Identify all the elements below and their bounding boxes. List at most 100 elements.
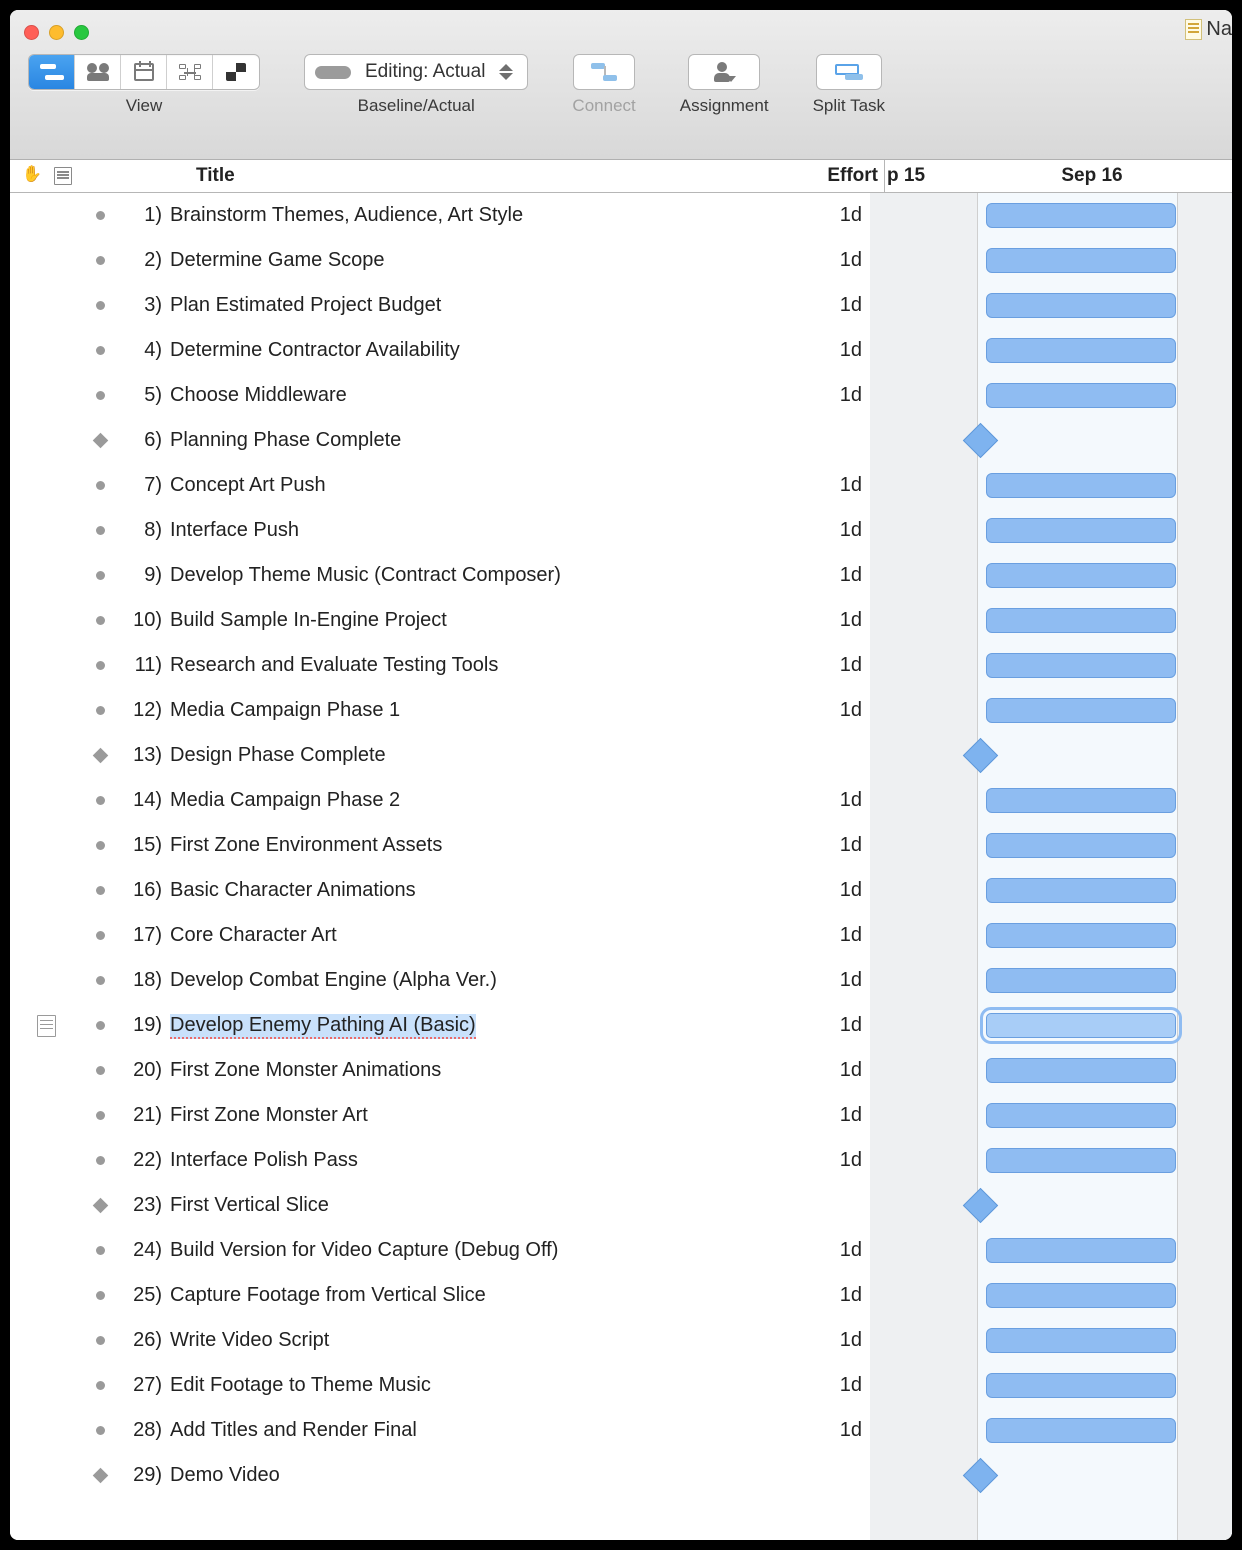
task-title[interactable]: First Zone Monster Art bbox=[170, 1104, 784, 1127]
task-title[interactable]: Brainstorm Themes, Audience, Art Style bbox=[170, 204, 784, 227]
view-gantt[interactable] bbox=[29, 55, 75, 89]
gantt-bar[interactable] bbox=[986, 608, 1176, 633]
task-effort[interactable]: 1d bbox=[784, 339, 870, 362]
gantt-milestone[interactable] bbox=[963, 1188, 998, 1223]
gantt-bar[interactable] bbox=[986, 293, 1176, 318]
connect-button[interactable] bbox=[573, 54, 635, 90]
gantt-bar[interactable] bbox=[986, 833, 1176, 858]
view-styles[interactable] bbox=[213, 55, 259, 89]
task-effort[interactable]: 1d bbox=[784, 294, 870, 317]
gantt-bar[interactable] bbox=[986, 788, 1176, 813]
gantt-bar[interactable] bbox=[986, 1283, 1176, 1308]
task-title[interactable]: Build Sample In-Engine Project bbox=[170, 609, 784, 632]
gantt-bar[interactable] bbox=[986, 923, 1176, 948]
task-effort[interactable]: 1d bbox=[784, 519, 870, 542]
table-row[interactable]: 8)Interface Push1d bbox=[10, 508, 870, 553]
task-title[interactable]: Concept Art Push bbox=[170, 474, 784, 497]
task-title[interactable]: Plan Estimated Project Budget bbox=[170, 294, 784, 317]
task-title[interactable]: Determine Contractor Availability bbox=[170, 339, 784, 362]
split-task-button[interactable] bbox=[816, 54, 882, 90]
gantt-bar[interactable] bbox=[986, 1238, 1176, 1263]
table-row[interactable]: 17)Core Character Art1d bbox=[10, 913, 870, 958]
gantt-bar[interactable] bbox=[986, 653, 1176, 678]
task-title[interactable]: Develop Theme Music (Contract Composer) bbox=[170, 564, 784, 587]
close-window[interactable] bbox=[24, 25, 39, 40]
gantt-bar[interactable] bbox=[986, 1418, 1176, 1443]
task-title[interactable]: Media Campaign Phase 1 bbox=[170, 699, 784, 722]
table-row[interactable]: 12)Media Campaign Phase 11d bbox=[10, 688, 870, 733]
gantt-bar[interactable] bbox=[986, 1103, 1176, 1128]
gantt-milestone[interactable] bbox=[963, 1458, 998, 1493]
status-column-header[interactable] bbox=[10, 160, 98, 192]
table-row[interactable]: 5)Choose Middleware1d bbox=[10, 373, 870, 418]
task-effort[interactable]: 1d bbox=[784, 1149, 870, 1172]
task-effort[interactable]: 1d bbox=[784, 654, 870, 677]
table-row[interactable]: 22)Interface Polish Pass1d bbox=[10, 1138, 870, 1183]
task-title[interactable]: Add Titles and Render Final bbox=[170, 1419, 784, 1442]
task-title[interactable]: Research and Evaluate Testing Tools bbox=[170, 654, 784, 677]
table-row[interactable]: 15)First Zone Environment Assets1d bbox=[10, 823, 870, 868]
table-row[interactable]: 28)Add Titles and Render Final1d bbox=[10, 1408, 870, 1453]
title-column-header[interactable]: Title bbox=[98, 160, 799, 192]
view-calendar[interactable] bbox=[121, 55, 167, 89]
table-row[interactable]: 7)Concept Art Push1d bbox=[10, 463, 870, 508]
table-row[interactable]: 4)Determine Contractor Availability1d bbox=[10, 328, 870, 373]
table-row[interactable]: 29)Demo Video bbox=[10, 1453, 870, 1498]
table-row[interactable]: 13)Design Phase Complete bbox=[10, 733, 870, 778]
gantt-bar[interactable] bbox=[986, 518, 1176, 543]
table-row[interactable]: 20)First Zone Monster Animations1d bbox=[10, 1048, 870, 1093]
task-title[interactable]: Write Video Script bbox=[170, 1329, 784, 1352]
task-effort[interactable]: 1d bbox=[784, 1104, 870, 1127]
task-title[interactable]: Choose Middleware bbox=[170, 384, 784, 407]
gantt-bar[interactable] bbox=[986, 473, 1176, 498]
gantt-bar[interactable] bbox=[986, 248, 1176, 273]
task-title[interactable]: Develop Combat Engine (Alpha Ver.) bbox=[170, 969, 784, 992]
task-effort[interactable]: 1d bbox=[784, 1374, 870, 1397]
task-title[interactable]: Build Version for Video Capture (Debug O… bbox=[170, 1239, 784, 1262]
gantt-bar[interactable] bbox=[986, 698, 1176, 723]
task-effort[interactable]: 1d bbox=[784, 249, 870, 272]
gantt-bar[interactable] bbox=[986, 1058, 1176, 1083]
task-effort[interactable]: 1d bbox=[784, 1419, 870, 1442]
effort-column-header[interactable]: Effort bbox=[799, 160, 885, 192]
task-title[interactable]: Core Character Art bbox=[170, 924, 784, 947]
task-title[interactable]: Develop Enemy Pathing AI (Basic) bbox=[170, 1014, 784, 1037]
task-title[interactable]: Capture Footage from Vertical Slice bbox=[170, 1284, 784, 1307]
date-header-prev[interactable]: p 15 bbox=[885, 160, 992, 192]
task-effort[interactable]: 1d bbox=[784, 834, 870, 857]
task-title[interactable]: Determine Game Scope bbox=[170, 249, 784, 272]
minimize-window[interactable] bbox=[49, 25, 64, 40]
gantt-bar[interactable] bbox=[986, 1148, 1176, 1173]
task-effort[interactable]: 1d bbox=[784, 1239, 870, 1262]
table-row[interactable]: 10)Build Sample In-Engine Project1d bbox=[10, 598, 870, 643]
task-title[interactable]: Interface Polish Pass bbox=[170, 1149, 784, 1172]
table-row[interactable]: 25)Capture Footage from Vertical Slice1d bbox=[10, 1273, 870, 1318]
gantt-bar[interactable] bbox=[986, 338, 1176, 363]
assignment-button[interactable] bbox=[688, 54, 760, 90]
document-proxy[interactable]: Na bbox=[1185, 18, 1232, 41]
table-row[interactable]: 24)Build Version for Video Capture (Debu… bbox=[10, 1228, 870, 1273]
task-title[interactable]: Edit Footage to Theme Music bbox=[170, 1374, 784, 1397]
task-effort[interactable]: 1d bbox=[784, 384, 870, 407]
table-row[interactable]: 2)Determine Game Scope1d bbox=[10, 238, 870, 283]
gantt-bar[interactable] bbox=[986, 1373, 1176, 1398]
date-header-current[interactable]: Sep 16 bbox=[992, 160, 1192, 192]
task-title[interactable]: First Zone Monster Animations bbox=[170, 1059, 784, 1082]
task-effort[interactable]: 1d bbox=[784, 609, 870, 632]
table-row[interactable]: 27)Edit Footage to Theme Music1d bbox=[10, 1363, 870, 1408]
table-row[interactable]: 16)Basic Character Animations1d bbox=[10, 868, 870, 913]
gantt-bar[interactable] bbox=[986, 563, 1176, 588]
gantt-bar[interactable] bbox=[986, 1328, 1176, 1353]
task-title[interactable]: Planning Phase Complete bbox=[170, 429, 784, 452]
task-title[interactable]: First Vertical Slice bbox=[170, 1194, 784, 1217]
table-row[interactable]: 6)Planning Phase Complete bbox=[10, 418, 870, 463]
task-effort[interactable]: 1d bbox=[784, 1329, 870, 1352]
gantt-bar[interactable] bbox=[986, 203, 1176, 228]
task-effort[interactable]: 1d bbox=[784, 879, 870, 902]
date-header-next[interactable] bbox=[1192, 160, 1232, 192]
task-effort[interactable]: 1d bbox=[784, 1014, 870, 1037]
baseline-popup[interactable]: Editing: Actual bbox=[304, 54, 528, 90]
task-effort[interactable]: 1d bbox=[784, 204, 870, 227]
gantt-milestone[interactable] bbox=[963, 738, 998, 773]
task-outline[interactable]: 1)Brainstorm Themes, Audience, Art Style… bbox=[10, 193, 870, 1540]
